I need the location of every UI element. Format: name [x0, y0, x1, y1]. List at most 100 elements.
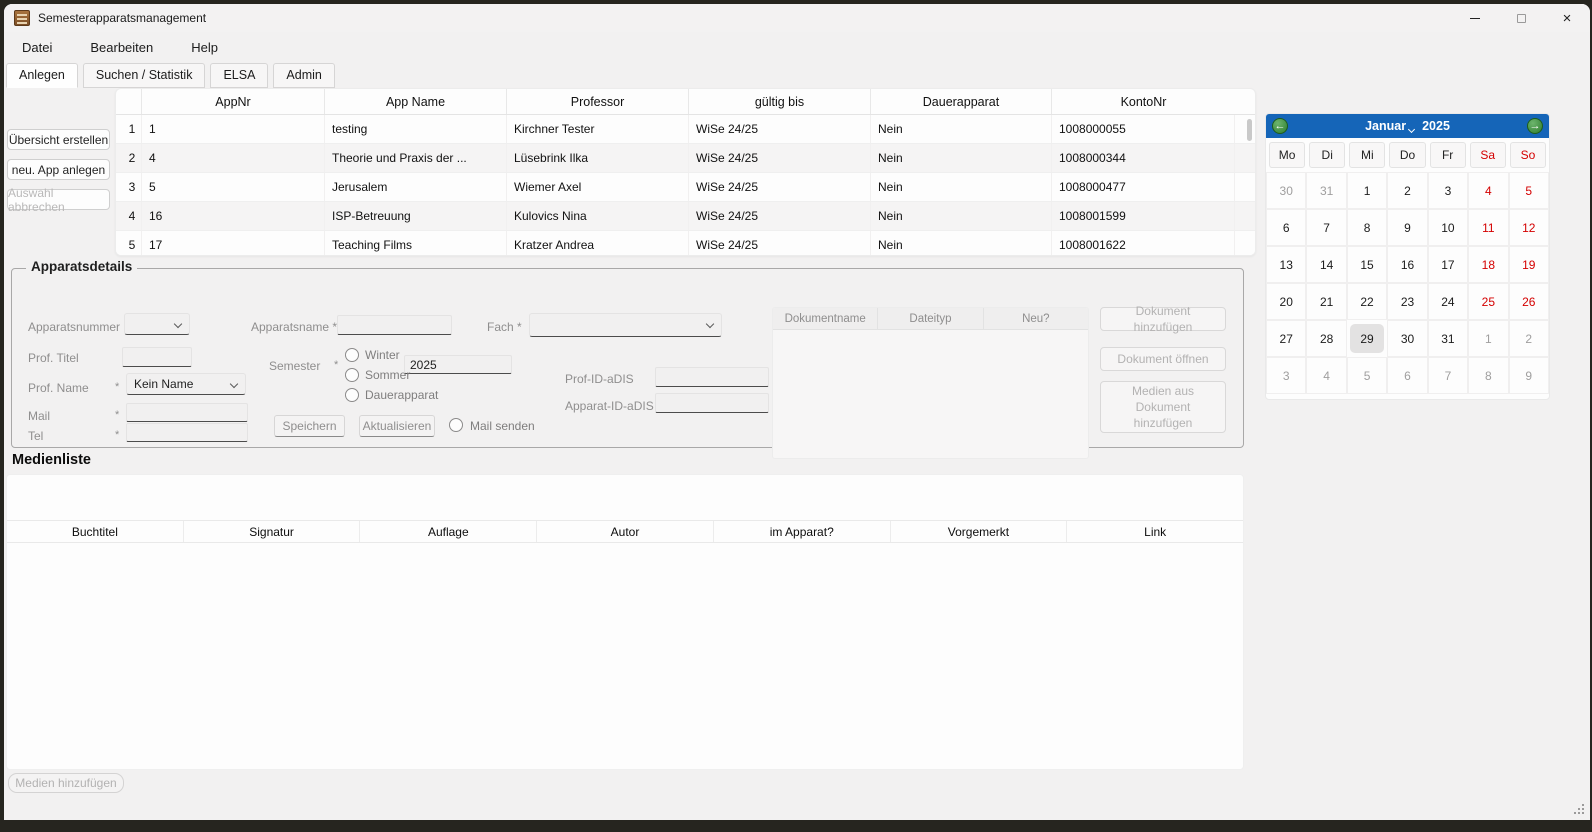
col-dauerapparat[interactable]: Dauerapparat	[871, 89, 1052, 114]
close-button[interactable]: ×	[1544, 4, 1590, 32]
fach-combobox[interactable]	[529, 313, 722, 337]
calendar-day[interactable]: 31	[1428, 320, 1468, 357]
col-auflage[interactable]: Auflage	[360, 521, 537, 542]
speichern-button[interactable]: Speichern	[274, 415, 345, 437]
uebersicht-erstellen-button[interactable]: Übersicht erstellen	[7, 129, 110, 150]
tab-admin[interactable]: Admin	[273, 63, 334, 88]
menu-datei[interactable]: Datei	[16, 37, 58, 58]
calendar-day[interactable]: 9	[1509, 357, 1549, 394]
calendar-day[interactable]: 4	[1468, 172, 1508, 209]
calendar-day[interactable]: 20	[1266, 283, 1306, 320]
cell-appnr: 17	[142, 231, 325, 256]
calendar-day[interactable]: 1	[1347, 172, 1387, 209]
col-gueltig-bis[interactable]: gültig bis	[689, 89, 871, 114]
calendar-day[interactable]: 23	[1387, 283, 1427, 320]
tel-field[interactable]	[126, 423, 248, 442]
dauerapparat-checkbox[interactable]	[345, 388, 359, 402]
neu-app-anlegen-button[interactable]: neu. App anlegen	[7, 159, 110, 180]
document-list[interactable]: Dokumentname Dateityp Neu?	[772, 307, 1089, 459]
col-professor[interactable]: Professor	[507, 89, 689, 114]
calendar-prev-icon[interactable]: ←	[1272, 118, 1288, 134]
calendar-day[interactable]: 24	[1428, 283, 1468, 320]
menu-help[interactable]: Help	[185, 37, 224, 58]
calendar-day[interactable]: 2	[1509, 320, 1549, 357]
calendar-day[interactable]: 16	[1387, 246, 1427, 283]
calendar-day[interactable]: 13	[1266, 246, 1306, 283]
calendar-day[interactable]: 5	[1347, 357, 1387, 394]
calendar-day[interactable]: 3	[1266, 357, 1306, 394]
menu-bearbeiten[interactable]: Bearbeiten	[84, 37, 159, 58]
calendar-day[interactable]: 9	[1387, 209, 1427, 246]
col-im-apparat[interactable]: im Apparat?	[714, 521, 891, 542]
calendar-day[interactable]: 10	[1428, 209, 1468, 246]
calendar-day[interactable]: 8	[1468, 357, 1508, 394]
table-scrollbar[interactable]	[1247, 119, 1252, 141]
calendar-day-today[interactable]: 29	[1350, 324, 1384, 353]
calendar-day[interactable]: 14	[1306, 246, 1346, 283]
calendar-day[interactable]: 27	[1266, 320, 1306, 357]
calendar-year[interactable]: 2025	[1422, 119, 1450, 133]
fach-label: Fach *	[487, 320, 522, 334]
col-autor[interactable]: Autor	[537, 521, 714, 542]
calendar-day[interactable]: 25	[1468, 283, 1508, 320]
calendar-day[interactable]: 30	[1266, 172, 1306, 209]
tab-anlegen[interactable]: Anlegen	[6, 63, 78, 88]
col-kontonr[interactable]: KontoNr	[1052, 89, 1235, 114]
calendar-day[interactable]: 6	[1266, 209, 1306, 246]
col-signatur[interactable]: Signatur	[184, 521, 361, 542]
calendar-month[interactable]: Januar	[1365, 119, 1406, 133]
calendar-day[interactable]: 4	[1306, 357, 1346, 394]
calendar-day[interactable]: 11	[1468, 209, 1508, 246]
calendar-day[interactable]: 19	[1509, 246, 1549, 283]
calendar-day[interactable]: 17	[1428, 246, 1468, 283]
apparatsnummer-combobox[interactable]	[124, 313, 190, 335]
winter-checkbox[interactable]	[345, 348, 359, 362]
calendar-day[interactable]: 6	[1387, 357, 1427, 394]
calendar-day[interactable]: 21	[1306, 283, 1346, 320]
tab-suchen-statistik[interactable]: Suchen / Statistik	[83, 63, 206, 88]
col-buchtitel[interactable]: Buchtitel	[7, 521, 184, 542]
table-row[interactable]: 1 1 testing Kirchner Tester WiSe 24/25 N…	[116, 115, 1255, 144]
calendar-day[interactable]: 18	[1468, 246, 1508, 283]
col-appnr[interactable]: AppNr	[142, 89, 325, 114]
sommer-checkbox[interactable]	[345, 368, 359, 382]
table-row[interactable]: 2 4 Theorie und Praxis der ... Lüsebrink…	[116, 144, 1255, 173]
calendar-day[interactable]: 31	[1306, 172, 1346, 209]
mail-senden-checkbox[interactable]	[449, 418, 463, 432]
apparat-id-adis-field[interactable]	[655, 393, 769, 413]
calendar-day[interactable]: 28	[1306, 320, 1346, 357]
calendar-day[interactable]: 22	[1347, 283, 1387, 320]
calendar-day[interactable]: 8	[1347, 209, 1387, 246]
calendar-day[interactable]: 7	[1306, 209, 1346, 246]
calendar-day[interactable]: 2	[1387, 172, 1427, 209]
aktualisieren-button[interactable]: Aktualisieren	[359, 415, 435, 437]
table-row[interactable]: 4 16 ISP-Betreuung Kulovics Nina WiSe 24…	[116, 202, 1255, 231]
prof-name-combobox[interactable]: Kein Name	[126, 373, 246, 395]
calendar-day[interactable]: 3	[1428, 172, 1468, 209]
calendar-day[interactable]: 26	[1509, 283, 1549, 320]
calendar-day[interactable]: 30	[1387, 320, 1427, 357]
col-vorgemerkt[interactable]: Vorgemerkt	[891, 521, 1068, 542]
apparatsname-field[interactable]	[337, 315, 452, 335]
mail-field[interactable]	[126, 403, 248, 422]
calendar-next-icon[interactable]: →	[1527, 118, 1543, 134]
calendar-day[interactable]: 15	[1347, 246, 1387, 283]
calendar-day[interactable]: 5	[1509, 172, 1549, 209]
semester-required: *	[334, 359, 338, 371]
month-dropdown-icon[interactable]	[1408, 125, 1415, 132]
resize-grip[interactable]	[1574, 804, 1586, 816]
prof-titel-field[interactable]	[122, 347, 192, 367]
table-row[interactable]: 5 17 Teaching Films Kratzer Andrea WiSe …	[116, 231, 1255, 256]
maximize-button[interactable]	[1498, 4, 1544, 32]
calendar-day[interactable]: 7	[1428, 357, 1468, 394]
col-link[interactable]: Link	[1067, 521, 1243, 542]
tab-elsa[interactable]: ELSA	[210, 63, 268, 88]
col-appname[interactable]: App Name	[325, 89, 507, 114]
minimize-button[interactable]	[1452, 4, 1498, 32]
table-row[interactable]: 3 5 Jerusalem Wiemer Axel WiSe 24/25 Nei…	[116, 173, 1255, 202]
semester-year-field[interactable]	[404, 355, 512, 374]
semester-year-input[interactable]	[410, 356, 506, 373]
prof-id-adis-field[interactable]	[655, 367, 769, 387]
calendar-day[interactable]: 1	[1468, 320, 1508, 357]
calendar-day[interactable]: 12	[1509, 209, 1549, 246]
